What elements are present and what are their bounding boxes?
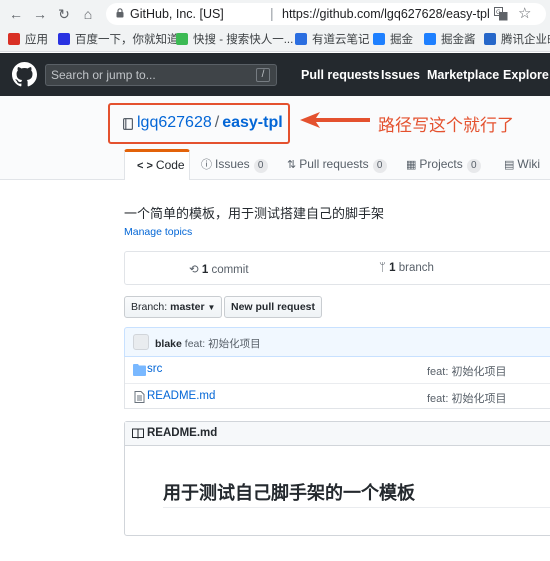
repo-description: 一个简单的模板，用于测试搭建自己的脚手架	[124, 206, 385, 221]
caret-down-icon: ▼	[207, 303, 216, 312]
repo-icon	[123, 118, 133, 130]
bookmark-tencent-mail[interactable]: 腾讯企业邮	[484, 32, 550, 48]
book-icon: ▤	[504, 159, 515, 171]
new-pull-request-button[interactable]: New pull request	[224, 296, 323, 318]
bookmark-baidu[interactable]: 百度一下，你就知道	[58, 32, 179, 48]
file-commit-message[interactable]: feat: 初始化项目	[427, 363, 506, 379]
search-box[interactable]: /	[45, 64, 277, 86]
file-name[interactable]: src	[147, 363, 162, 375]
projects-counter: 0	[466, 159, 481, 173]
book-icon	[132, 428, 144, 439]
translate-icon[interactable]: G	[494, 7, 508, 21]
latest-commit-bar: blake feat: 初始化项目	[124, 327, 550, 357]
tencent-mail-icon	[484, 33, 496, 45]
file-row-src[interactable]: src feat: 初始化项目	[125, 357, 550, 383]
nav-marketplace[interactable]: Marketplace	[427, 68, 499, 82]
browser-toolbar: ← → ↻ ⌂ GitHub, Inc. [US] | https://gith…	[0, 0, 550, 28]
bookmark-apps[interactable]: 应用	[8, 32, 48, 48]
issue-opened-icon: ⓘ	[201, 159, 212, 171]
repo-owner-link[interactable]: lgq627628	[137, 114, 212, 131]
tab-pull-requests[interactable]: ⇅ Pull requests 0	[287, 149, 387, 180]
pull-requests-counter: 0	[372, 159, 387, 173]
bookmark-star-icon[interactable]: ☆	[518, 4, 531, 22]
commit-author[interactable]: blake	[155, 338, 182, 350]
repo-header: lgq627628/easy-tpl 路径写这个就行了 < > Code ⓘ Iss…	[0, 96, 550, 180]
search-input[interactable]	[51, 67, 251, 83]
bookmark-juejin[interactable]: 掘金	[373, 32, 413, 48]
tab-code[interactable]: < > Code	[124, 149, 190, 180]
address-bar[interactable]: GitHub, Inc. [US] | https://github.com/l…	[106, 3, 546, 25]
avatar[interactable]	[133, 334, 149, 350]
history-icon: ⟲	[189, 264, 199, 276]
github-octocat-icon[interactable]	[12, 62, 37, 87]
branch-select-button[interactable]: Branch: master ▼	[124, 296, 223, 318]
juejin-sauce-icon	[424, 33, 436, 45]
readme-header: README.md	[125, 422, 550, 446]
kuaisou-icon	[176, 33, 188, 45]
readme-divider	[163, 507, 550, 508]
url-text: https://github.com/lgq627628/easy-tpl	[282, 7, 490, 21]
slash-shortcut-hint: /	[256, 68, 270, 82]
readme-title: README.md	[147, 427, 218, 439]
code-icon: < >	[137, 160, 153, 172]
back-arrow-icon[interactable]: ←	[8, 6, 24, 22]
branches-summary[interactable]: ᛘ 1 branch	[379, 262, 434, 274]
svg-text:G: G	[496, 9, 501, 16]
readme-panel: README.md 用于测试自己脚手架的一个模板	[124, 421, 550, 536]
github-header: / Pull requests Issues Marketplace Explo…	[0, 53, 550, 96]
file-row-readme[interactable]: README.md feat: 初始化项目	[125, 383, 550, 409]
file-name[interactable]: README.md	[147, 390, 215, 402]
nav-issues[interactable]: Issues	[381, 68, 420, 82]
repo-summary: ⟲ 1 commit ᛘ 1 branch	[124, 251, 550, 285]
annotation-arrow-icon	[300, 112, 370, 128]
site-identity: GitHub, Inc. [US]	[130, 7, 224, 21]
latest-commit-text: blake feat: 初始化项目	[155, 336, 261, 351]
bookmark-juejin-sauce[interactable]: 掘金酱	[424, 32, 476, 48]
project-icon: ▦	[406, 159, 417, 171]
tab-wiki[interactable]: ▤ Wiki	[504, 149, 540, 180]
repo-name-link[interactable]: easy-tpl	[222, 114, 282, 131]
file-list: src feat: 初始化项目 README.md feat: 初始化项目	[124, 357, 550, 409]
url-separator: |	[270, 5, 274, 21]
juejin-icon	[373, 33, 385, 45]
tab-projects[interactable]: ▦ Projects 0	[406, 149, 481, 180]
commits-summary[interactable]: ⟲ 1 commit	[189, 262, 249, 276]
issues-counter: 0	[253, 159, 268, 173]
reload-icon[interactable]: ↻	[56, 6, 72, 22]
file-commit-message[interactable]: feat: 初始化项目	[427, 390, 506, 406]
nav-pull-requests[interactable]: Pull requests	[301, 68, 380, 82]
annotation-text: 路径写这个就行了	[378, 116, 514, 135]
lock-icon	[116, 8, 124, 18]
manage-topics-link[interactable]: Manage topics	[124, 226, 192, 238]
bookmark-youdao[interactable]: 有道云笔记	[295, 32, 370, 48]
youdao-note-icon	[295, 33, 307, 45]
commit-message[interactable]: feat: 初始化项目	[185, 338, 261, 350]
apps-grid-icon	[8, 33, 20, 45]
repo-path: lgq627628/easy-tpl	[137, 114, 283, 132]
tab-issues[interactable]: ⓘ Issues 0	[201, 149, 268, 180]
forward-arrow-icon[interactable]: →	[32, 6, 48, 22]
bookmarks-bar: 应用 百度一下，你就知道 快搜 - 搜索快人一... 有道云笔记 掘金 掘金酱 …	[0, 28, 550, 52]
home-icon[interactable]: ⌂	[80, 6, 96, 22]
file-text-icon	[134, 391, 145, 403]
nav-explore[interactable]: Explore	[503, 68, 549, 82]
repo-path-separator: /	[214, 114, 220, 131]
git-pull-request-icon: ⇅	[287, 159, 297, 171]
readme-heading: 用于测试自己脚手架的一个模板	[163, 483, 415, 503]
bookmark-kuaisou[interactable]: 快搜 - 搜索快人一...	[176, 32, 293, 48]
folder-icon	[133, 364, 146, 376]
git-branch-icon: ᛘ	[379, 262, 386, 274]
baidu-paw-icon	[58, 33, 70, 45]
